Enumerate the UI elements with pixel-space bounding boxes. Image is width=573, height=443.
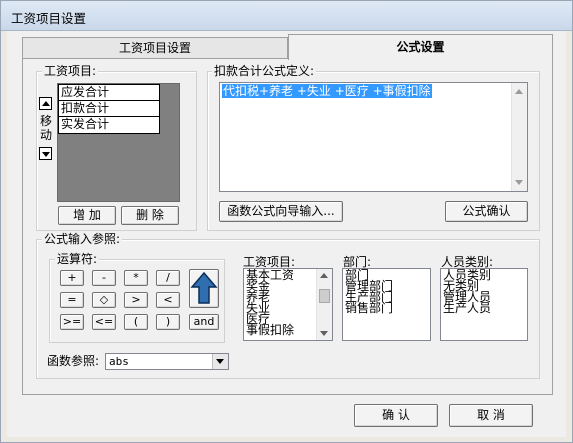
operator-multiply-button[interactable]: *	[124, 270, 148, 286]
person-types-list[interactable]: 人员类别 无类别 管理人员 生产人员	[440, 268, 528, 341]
scroll-thumb[interactable]	[319, 289, 330, 303]
salary-items-ref-list[interactable]: 基本工资 奖金 养老 失业 医疗 事假扣除	[243, 268, 333, 341]
function-ref-select[interactable]: abs	[105, 353, 229, 370]
function-wizard-button[interactable]: 函数公式向导输入...	[219, 201, 343, 222]
formula-definition-label: 扣款合计公式定义:	[212, 64, 317, 78]
list-item[interactable]: 生产人员	[441, 302, 527, 314]
window-title: 工资项目设置	[11, 11, 87, 26]
operators-label: 运算符:	[55, 252, 100, 266]
person-types-label: 人员类别:	[441, 255, 494, 269]
operator-less-equal-button[interactable]: <=	[92, 314, 116, 330]
formula-scrollbar[interactable]	[511, 83, 527, 191]
ok-button[interactable]: 确 认	[354, 404, 438, 427]
tab-salary-items[interactable]: 工资项目设置	[22, 37, 288, 59]
salary-items-scrollbar[interactable]	[316, 269, 332, 340]
up-arrow-icon	[190, 271, 218, 304]
scroll-up-icon	[320, 273, 328, 278]
salary-item-row[interactable]: 扣款合计	[58, 100, 160, 117]
move-down-button[interactable]	[39, 147, 52, 160]
operator-minus-button[interactable]: -	[92, 270, 116, 286]
operator-plus-button[interactable]: +	[60, 270, 84, 286]
operator-not-equal-button[interactable]: ◇	[92, 292, 116, 308]
move-label: 移动	[40, 114, 52, 142]
move-label-text: 移动	[40, 114, 53, 142]
operator-greater-equal-button[interactable]: >=	[60, 314, 84, 330]
departments-list[interactable]: 部门 管理部门 生产部门 销售部门	[342, 268, 431, 341]
tab-salary-items-label: 工资项目设置	[118, 41, 191, 55]
salary-item-row[interactable]: 实发合计	[58, 116, 160, 134]
operator-and-button[interactable]: and	[189, 314, 219, 330]
function-ref-dropdown-button[interactable]	[212, 354, 228, 369]
departments-label: 部门:	[343, 255, 372, 269]
formula-reference-label: 公式输入参照:	[42, 232, 123, 246]
operator-divide-button[interactable]: /	[156, 270, 180, 286]
title-bar: 工资项目设置	[1, 1, 572, 31]
operator-greater-button[interactable]: >	[124, 292, 148, 308]
formula-confirm-button[interactable]: 公式确认	[445, 201, 528, 222]
triangle-down-icon	[42, 152, 50, 157]
insert-up-arrow-button[interactable]	[189, 269, 219, 308]
triangle-up-icon	[42, 101, 50, 106]
scroll-down-icon	[320, 331, 328, 336]
move-up-button[interactable]	[39, 97, 52, 110]
scroll-up-icon	[515, 89, 523, 94]
chevron-down-icon	[216, 359, 224, 364]
delete-item-button[interactable]: 删 除	[121, 206, 179, 225]
operator-open-paren-button[interactable]: (	[124, 314, 148, 330]
list-item[interactable]: 销售部门	[343, 302, 430, 314]
formula-textarea[interactable]: 代扣税+养老 +失业 +医疗 +事假扣除	[219, 82, 528, 192]
tab-formula-settings-label: 公式设置	[396, 40, 445, 54]
scroll-down-icon	[515, 180, 523, 185]
salary-item-row[interactable]: 应发合计	[58, 84, 160, 101]
operator-less-button[interactable]: <	[156, 292, 180, 308]
formula-text: 代扣税+养老 +失业 +医疗 +事假扣除	[222, 84, 432, 98]
salary-items-ref-label: 工资项目:	[243, 255, 296, 269]
formula-text-selected: 代扣税+养老 +失业 +医疗 +事假扣除	[222, 84, 432, 98]
function-ref-value: abs	[109, 355, 129, 368]
salary-items-group-label: 工资项目:	[42, 64, 99, 78]
add-item-button[interactable]: 增 加	[58, 206, 116, 225]
tab-formula-settings[interactable]: 公式设置	[288, 34, 553, 60]
operator-equal-button[interactable]: =	[60, 292, 84, 308]
operator-close-paren-button[interactable]: )	[156, 314, 180, 330]
function-ref-label: 函数参照:	[47, 354, 100, 368]
cancel-button[interactable]: 取 消	[449, 404, 533, 427]
